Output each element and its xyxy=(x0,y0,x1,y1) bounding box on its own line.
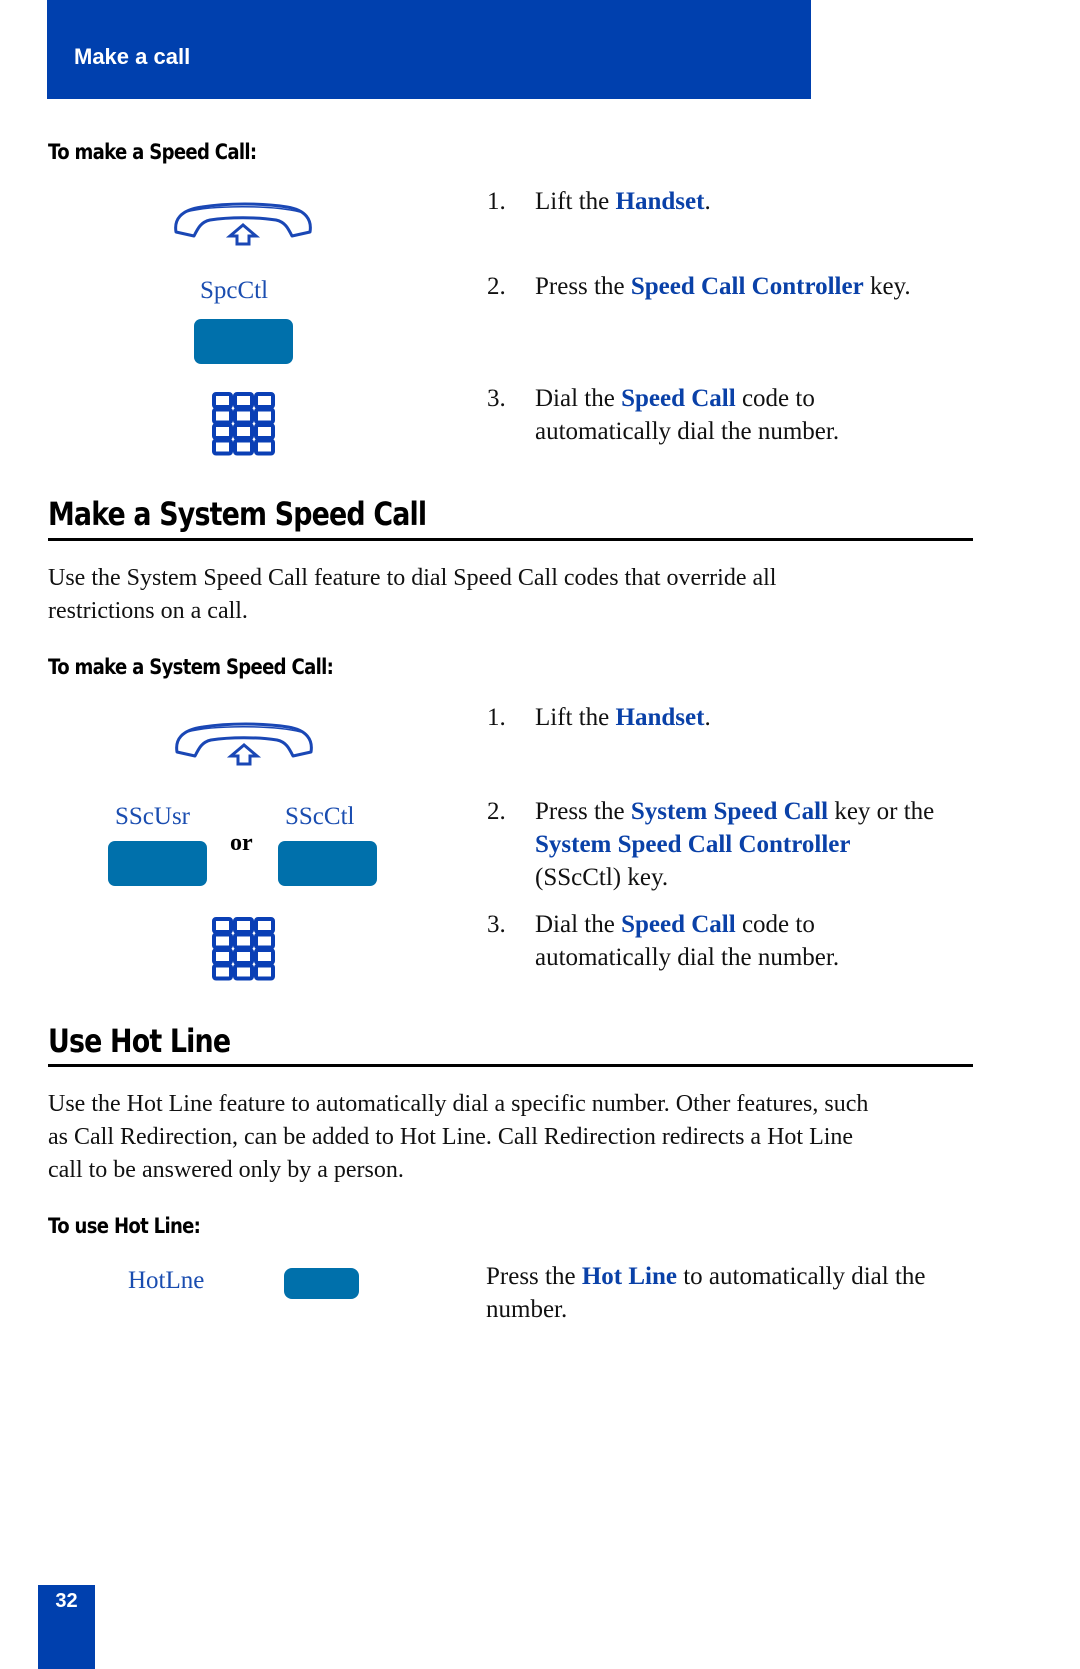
keypad-icon xyxy=(212,917,276,981)
system-speed-call-step-3: 3. Dial the Speed Call code to automatica… xyxy=(487,908,987,978)
keypad-key xyxy=(254,963,275,981)
keypad-key xyxy=(212,917,233,934)
page-number: 32 xyxy=(55,1590,78,1612)
ssccctl-key-label: SScCtl xyxy=(285,803,355,830)
keypad-key xyxy=(233,948,254,965)
step-text: key or the xyxy=(828,798,935,825)
intro-line: Use the System Speed Call feature to dia… xyxy=(48,565,777,591)
keypad-key xyxy=(233,438,254,456)
step-text: Press the xyxy=(535,798,631,825)
section-divider xyxy=(48,538,973,541)
step-number: 3. xyxy=(487,911,506,938)
step-text: Dial the xyxy=(535,911,622,938)
step-text: Press the xyxy=(535,273,631,300)
intro-line: Use the Hot Line feature to automaticall… xyxy=(48,1091,869,1117)
step-text: . xyxy=(704,704,711,731)
step-text: Dial the xyxy=(535,385,622,412)
speed-call-subheading: To make a Speed Call: xyxy=(48,140,257,164)
hot-line-intro: Use the Hot Line feature to automaticall… xyxy=(48,1088,1038,1187)
speed-call-step-3: 3. Dial the Speed Call code to automatica… xyxy=(487,382,967,452)
sscctl-key[interactable] xyxy=(278,841,377,886)
hotlne-key[interactable] xyxy=(284,1268,359,1299)
handset-term: Handset xyxy=(615,704,705,731)
keypad-key xyxy=(254,407,275,425)
hot-line-subheading: To use Hot Line: xyxy=(48,1214,201,1238)
intro-line: call to be answered only by a person. xyxy=(48,1157,404,1183)
speed-call-term: Speed Call xyxy=(621,385,736,412)
sscusr-key-label: SScUsr xyxy=(115,803,191,830)
keypad-key xyxy=(254,917,275,934)
keypad-key xyxy=(233,392,254,409)
handset-term: Handset xyxy=(615,188,705,215)
spcctl-key-label: SpcCtl xyxy=(200,277,269,304)
system-speed-call-subheading: To make a System Speed Call: xyxy=(48,655,334,679)
step-text: automatically dial the number. xyxy=(535,944,840,971)
step-number: 2. xyxy=(487,798,506,825)
sscusr-key[interactable] xyxy=(108,841,207,886)
step-text: number. xyxy=(486,1296,568,1323)
keypad-key xyxy=(254,948,275,965)
speed-call-term: Speed Call xyxy=(621,911,736,938)
speed-call-step-1: 1. Lift the Handset. xyxy=(487,185,967,225)
keypad-key xyxy=(212,948,233,965)
system-speed-call-intro: Use the System Speed Call feature to dia… xyxy=(48,562,978,628)
step-text: key. xyxy=(863,273,911,300)
system-speed-call-step-1: 1. Lift the Handset. xyxy=(487,701,987,741)
keypad-icon xyxy=(212,392,276,456)
speed-call-controller-term: Speed Call Controller xyxy=(630,273,864,300)
keypad-key xyxy=(233,917,254,934)
keypad-key xyxy=(254,932,275,950)
keypad-key xyxy=(212,438,233,456)
keypad-key xyxy=(254,438,275,456)
speed-call-step-2: 2. Press the Speed Call Controller key. xyxy=(487,270,967,310)
hot-line-heading: Use Hot Line xyxy=(48,1022,231,1060)
system-speed-call-controller-term: System Speed Call Controller xyxy=(535,831,851,858)
hot-line-term: Hot Line xyxy=(581,1263,677,1290)
intro-line: as Call Redirection, can be added to Hot… xyxy=(48,1124,854,1150)
keypad-key xyxy=(233,407,254,425)
hotlne-key-label: HotLne xyxy=(128,1267,205,1294)
or-label: or xyxy=(230,830,253,856)
step-text: . xyxy=(704,188,711,215)
step-number: 3. xyxy=(487,385,506,412)
intro-line: restrictions on a call. xyxy=(48,598,248,624)
keypad-key xyxy=(254,392,275,409)
keypad-key xyxy=(212,932,233,950)
step-number: 2. xyxy=(487,273,506,300)
keypad-key xyxy=(212,392,233,409)
keypad-key xyxy=(233,423,254,440)
keypad-key xyxy=(233,932,254,950)
step-text: Lift the xyxy=(535,188,616,215)
step-text: (SScCtl) key. xyxy=(535,864,669,891)
section-divider xyxy=(48,1064,973,1067)
hot-line-instruction: Press the Hot Line to automatically dial… xyxy=(486,1260,986,1330)
step-text: Press the xyxy=(486,1263,582,1290)
spcctl-key[interactable] xyxy=(194,319,293,364)
chapter-title: Make a call xyxy=(74,44,191,69)
step-number: 1. xyxy=(487,704,506,731)
step-text: code to xyxy=(735,911,815,938)
system-speed-call-step-2: 2. Press the System Speed Call key or th… xyxy=(487,795,987,895)
step-text: to automatically dial the xyxy=(676,1263,926,1290)
step-text: automatically dial the number. xyxy=(535,418,840,445)
keypad-key xyxy=(212,407,233,425)
handset-icon xyxy=(173,722,315,768)
step-text: code to xyxy=(735,385,815,412)
keypad-key xyxy=(233,963,254,981)
keypad-key xyxy=(254,423,275,440)
keypad-key xyxy=(212,963,233,981)
system-speed-call-term: System Speed Call xyxy=(630,798,829,825)
step-text: Lift the xyxy=(535,704,616,731)
handset-icon xyxy=(172,202,314,248)
keypad-key xyxy=(212,423,233,440)
step-number: 1. xyxy=(487,188,506,215)
system-speed-call-heading: Make a System Speed Call xyxy=(48,495,427,533)
